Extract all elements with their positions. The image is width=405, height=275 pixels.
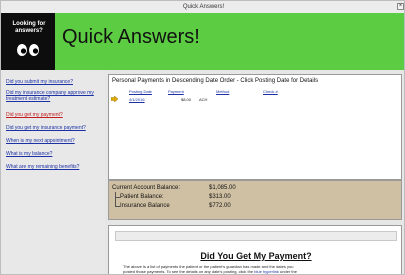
sidebar-item-next-appointment[interactable]: When is my next appointment?: [6, 138, 103, 144]
page-title: Quick Answers!: [62, 26, 200, 48]
sidebar-item-payment[interactable]: Did you get my payment?: [6, 112, 103, 118]
sidebar-item-balance[interactable]: What is my balance?: [6, 151, 103, 157]
help-body: The above is a list of payments the pati…: [123, 264, 389, 274]
payments-panel-title: Personal Payments in Descending Date Ord…: [112, 78, 319, 84]
help-text-segment: posted those payments. To see the detail…: [123, 269, 254, 274]
column-header-check[interactable]: Check #: [263, 89, 278, 94]
insurance-balance-label: Insurance Balance: [120, 203, 170, 209]
help-text-line-2: posted those payments. To see the detail…: [123, 269, 389, 274]
insurance-balance-value: $772.00: [209, 203, 231, 209]
help-toolbar: [115, 231, 397, 241]
window-title: Quick Answers!: [182, 4, 225, 10]
current-row-arrow-icon: [111, 96, 118, 102]
close-icon: ×: [398, 3, 403, 9]
column-header-posting-date[interactable]: Posting Date: [129, 89, 152, 94]
eyes-icon: [17, 44, 39, 56]
help-heading: Did You Get My Payment?: [200, 251, 312, 261]
sidebar: Did you submit my insurance? Did my insu…: [1, 70, 105, 274]
payment-amount: $8.00: [181, 97, 192, 102]
column-header-method[interactable]: Method: [216, 89, 229, 94]
header-banner: Looking for answers? Quick Answers!: [1, 13, 404, 70]
logo-text-line-2: answers?: [15, 28, 43, 34]
close-button[interactable]: ×: [397, 3, 404, 10]
balances-panel: Current Account Balance: $1,085.00 Patie…: [108, 180, 402, 220]
logo-text-line-1: Looking for: [12, 21, 46, 27]
posting-date-link[interactable]: 4/1/2016: [129, 97, 145, 102]
current-balance-label: Current Account Balance:: [112, 185, 181, 191]
patient-balance-value: $313.00: [209, 194, 231, 200]
help-text-segment: under the: [280, 269, 297, 274]
patient-balance-label: Patient Balance:: [120, 194, 164, 200]
logo-text: Looking for answers?: [7, 21, 51, 35]
sidebar-item-insurance-payment[interactable]: Did you get my insurance payment?: [6, 125, 103, 131]
payments-panel: Personal Payments in Descending Date Ord…: [108, 74, 402, 180]
sidebar-item-remaining-benefits[interactable]: What are my remaining benefits?: [6, 164, 103, 170]
sidebar-item-insurance-submitted[interactable]: Did you submit my insurance?: [6, 79, 103, 85]
sidebar-item-estimate-approved[interactable]: Did my insurance company approve my trea…: [6, 90, 103, 102]
payment-method: ACH: [199, 97, 208, 102]
column-header-payment[interactable]: Payment: [168, 89, 184, 94]
logo: Looking for answers?: [1, 13, 55, 70]
help-panel: Did You Get My Payment? The above is a l…: [108, 225, 402, 274]
help-hyperlink-text: blue hyperlink: [254, 269, 279, 274]
current-balance-value: $1,085.00: [209, 185, 236, 191]
quick-answers-window: Quick Answers! × Looking for answers? Qu…: [0, 0, 405, 275]
